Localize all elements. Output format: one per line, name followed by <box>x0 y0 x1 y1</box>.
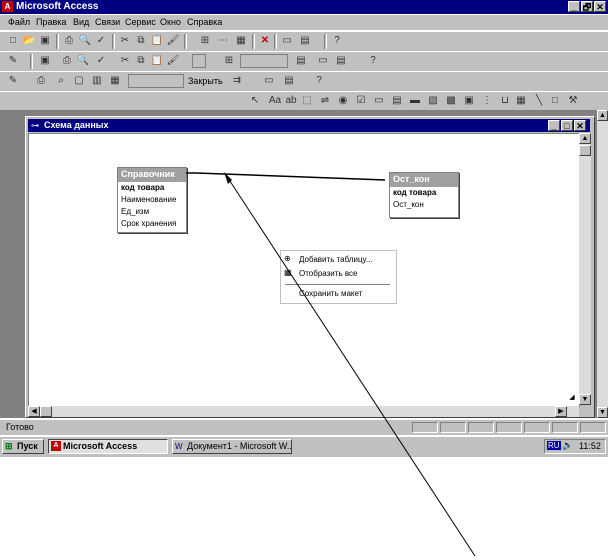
relationship-line <box>186 172 386 181</box>
overlay-lines <box>186 172 476 557</box>
annotation-arrow-line <box>225 174 476 557</box>
